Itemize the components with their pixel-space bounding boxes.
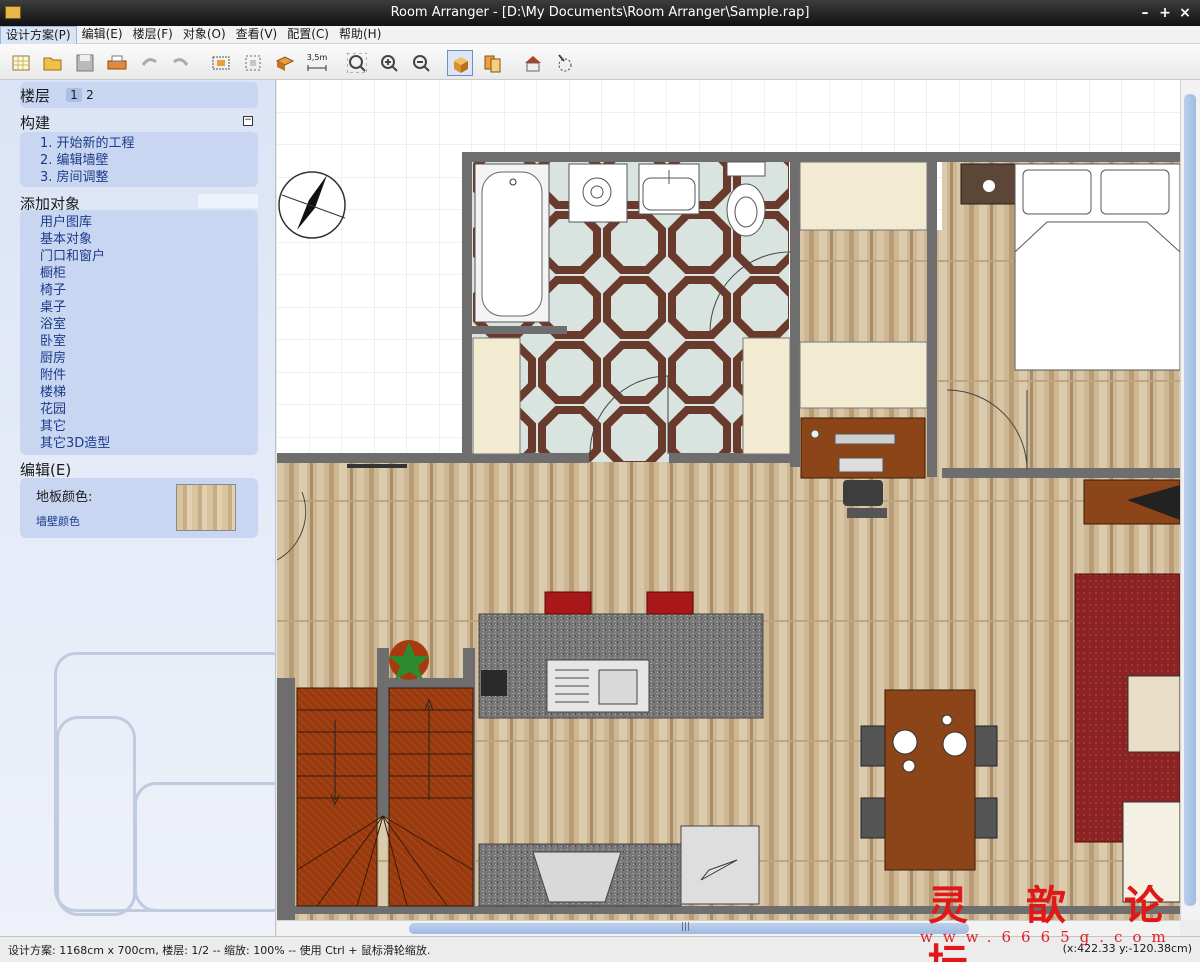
menu-bar: 设计方案(P) 编辑(E) 楼层(F) 对象(O) 查看(V) 配置(C) 帮助… [0,26,1200,45]
menu-plan[interactable]: 设计方案(P) [0,26,77,45]
floor-2-button[interactable]: 2 [82,88,98,102]
save-button[interactable] [72,50,98,76]
washing-machine [568,163,628,223]
plant-icon [389,640,429,680]
zoom-fit-icon [347,53,367,73]
edit-room-icon [212,56,230,70]
build-title: 构建 [20,114,51,132]
zoom-in-icon [381,55,398,72]
select-button[interactable] [240,50,266,76]
desk [800,417,926,479]
scroll-grip: ||| [681,922,691,932]
menu-view[interactable]: 查看(V) [231,26,283,43]
floor-plan-canvas[interactable] [277,80,1180,920]
edit-title: 编辑(E) [20,461,72,479]
floor-color-label: 地板颜色: [36,490,93,505]
house-3d-icon [525,56,541,72]
armchair [1127,675,1180,753]
menu-floor[interactable]: 楼层(F) [128,26,178,43]
bath-cabinet-left [472,337,521,455]
close-button[interactable]: × [1176,4,1194,22]
menu-edit[interactable]: 编辑(E) [77,26,128,43]
side-panel: 楼层 1 2 构建 − 1. 开始新的工程 2. 编辑墙壁 3. 房间调整 添加… [0,80,276,936]
floor-plan[interactable] [277,80,1180,920]
menu-help[interactable]: 帮助(H) [334,26,386,43]
walk-icon [558,54,572,72]
zoom-out-icon [413,55,430,72]
nightstand [960,163,1018,205]
copy-object-icon [484,55,501,73]
vertical-scrollbar[interactable] [1180,80,1200,920]
deco-shape [134,782,275,912]
watermark-title: 灵 歆 论 坛 [928,882,1186,962]
sink [638,163,700,215]
watermark-url: www.6665g.com [920,928,1176,946]
bar-stool [544,591,592,615]
add-objects-search[interactable] [198,194,258,208]
compass-icon [278,171,346,239]
objects-icon [275,56,295,71]
zoom-in-button[interactable] [376,50,402,76]
3d-view-icon [454,57,468,73]
print-button[interactable] [104,50,130,76]
measure-icon [307,65,327,71]
save-icon [76,54,94,72]
open-icon [43,57,62,71]
vertical-scroll-thumb[interactable] [1184,94,1196,906]
walk-button[interactable] [552,50,578,76]
coffee-machine [481,670,507,696]
object-category-other-3d[interactable]: 其它3D造型 [40,432,110,451]
build-item-room-adjust[interactable]: 3. 房间调整 [40,166,109,185]
undo-button[interactable] [136,50,162,76]
bar-stool [646,591,694,615]
wardrobe-bottom [799,341,928,409]
window-title: Room Arranger - [D:\My Documents\Room Ar… [390,5,810,20]
redo-button[interactable] [168,50,194,76]
bathtub [474,163,550,323]
select-icon [245,55,261,71]
toilet [726,161,766,237]
title-bar: Room Arranger - [D:\My Documents\Room Ar… [0,0,1200,26]
window [347,464,407,468]
house-3d-button[interactable] [520,50,546,76]
office-chair [843,480,887,518]
zoom-out-button[interactable] [408,50,434,76]
deco-shape [56,716,136,916]
new-plan-button[interactable] [8,50,34,76]
floors-box [20,82,258,108]
kitchen-island [478,613,764,719]
redo-icon [173,58,189,66]
undo-icon [141,58,157,66]
wall-color-link[interactable]: 墙壁颜色 [36,513,80,529]
3d-view-button[interactable] [447,50,473,76]
menu-config[interactable]: 配置(C) [282,26,334,43]
floor-color-swatch[interactable] [176,484,236,531]
menu-object[interactable]: 对象(O) [178,26,231,43]
objects-button[interactable] [272,50,298,76]
zoom-fit-button[interactable] [344,50,370,76]
print-icon [107,55,127,70]
bath-cabinet-right [742,337,791,455]
collapse-icon[interactable]: − [243,116,253,126]
minimize-button[interactable]: – [1136,4,1154,22]
wardrobe-top [799,161,928,231]
floors-title: 楼层 [20,87,51,105]
copy-object-button[interactable] [480,50,506,76]
open-button[interactable] [40,50,66,76]
new-plan-icon [12,55,30,71]
toolbar: 3,5m [0,44,1200,80]
floor-1-button[interactable]: 1 [66,88,82,102]
measure-button[interactable]: 3,5m [304,50,330,76]
maximize-button[interactable]: + [1156,4,1174,22]
bed [1014,163,1180,371]
edit-room-button[interactable] [208,50,234,76]
status-text: 设计方案: 1168cm x 700cm, 楼层: 1/2 -- 缩放: 100… [8,944,431,957]
